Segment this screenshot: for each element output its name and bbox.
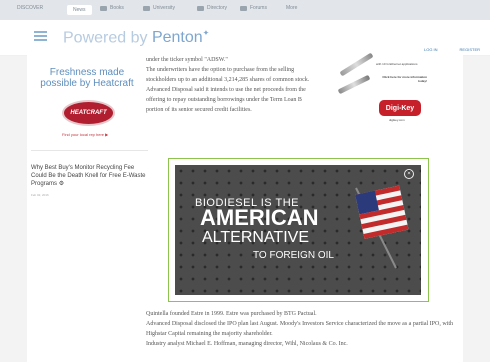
article-paragraph: Advanced Disposal said it intends to use…: [146, 87, 306, 113]
sidebar: Freshness made possible by Heatcraft HEA…: [27, 55, 150, 362]
site-header: Powered by Penton✦ LOG IN REGISTER: [0, 20, 490, 56]
penton-brand: Penton✦: [151, 29, 210, 47]
nav-label: Directory: [207, 5, 228, 11]
video-headline-2: AMERICAN: [200, 205, 319, 230]
hamburger-menu-icon[interactable]: [34, 31, 47, 41]
sidebar-divider: [31, 150, 148, 151]
article-paragraph: under the ticker symbol "ADSW.": [146, 57, 228, 63]
login-link[interactable]: LOG IN: [424, 47, 438, 52]
heatcraft-logo[interactable]: HEATCRAFT: [62, 100, 115, 126]
nav-forums[interactable]: Forums: [240, 5, 267, 11]
dealer-link-text: Find your local rep here: [62, 132, 105, 137]
powered-by-text: Powered by: [63, 29, 148, 47]
heatcraft-ad-title[interactable]: Freshness made possible by Heatcraft: [31, 67, 143, 89]
nav-label: DISCOVER: [17, 5, 44, 11]
video-headline-4: TO FOREIGN OIL: [253, 250, 334, 261]
video-player[interactable]: × BIODIESEL IS THE AMERICAN ALTERNATIVE …: [175, 165, 421, 295]
video-headline-3: ALTERNATIVE: [202, 229, 309, 246]
header-links: LOG IN REGISTER: [424, 47, 480, 52]
main-content: Freshness made possible by Heatcraft HEA…: [27, 52, 463, 362]
article-body-bottom: Quintella founded Estre in 1999. Estre w…: [146, 309, 461, 349]
register-link[interactable]: REGISTER: [460, 47, 480, 52]
ad-cta[interactable]: Click here for more information today!: [382, 75, 427, 83]
brand-name: Penton: [151, 29, 203, 47]
story-date: Feb 02, 2016: [31, 193, 49, 197]
story-title: Why Best Buy's Monitor Recycling Fee Cou…: [31, 165, 146, 187]
book-icon: [100, 5, 107, 11]
nav-label: Books: [110, 5, 124, 11]
nav-label: News: [67, 5, 92, 15]
directory-icon: [197, 5, 204, 11]
article-paragraph: Quintella founded Estre in 1999. Estre w…: [146, 311, 317, 317]
nav-discover[interactable]: DISCOVER: [17, 5, 43, 11]
graduation-cap-icon: [143, 5, 150, 11]
video-ad-frame: × BIODIESEL IS THE AMERICAN ALTERNATIVE …: [168, 158, 429, 302]
ad-text: with 10 G Ethernet applications: [376, 62, 418, 66]
american-flag-icon: [355, 185, 409, 269]
article-paragraph: Advanced Disposal disclosed the IPO plan…: [146, 321, 454, 337]
article-body-top: under the ticker symbol "ADSW." The unde…: [146, 55, 316, 115]
nav-more[interactable]: More: [286, 5, 297, 11]
forum-icon: [240, 5, 247, 11]
heatcraft-logo-text: HEATCRAFT: [70, 110, 107, 116]
nav-label: University: [153, 5, 175, 11]
gear-icon: ⚙: [58, 181, 65, 187]
dealer-link[interactable]: Find your local rep here ▶: [62, 132, 108, 137]
digikey-url[interactable]: digikey.com: [389, 118, 405, 122]
sidebar-story-link[interactable]: Why Best Buy's Monitor Recycling Fee Cou…: [31, 164, 146, 188]
site-logo[interactable]: Powered by Penton✦: [63, 29, 209, 47]
nav-university[interactable]: University: [143, 5, 175, 11]
nav-label: Forums: [250, 5, 267, 11]
nav-label: More: [286, 5, 298, 11]
close-icon[interactable]: ×: [404, 169, 414, 179]
top-nav-bar: DISCOVER News Books University Directory…: [0, 0, 490, 20]
digikey-logo[interactable]: Digi-Key: [379, 100, 421, 116]
article-paragraph: The underwriters have the option to purc…: [146, 67, 310, 83]
article-paragraph: Industry analyst Michael E. Hoffman, man…: [146, 341, 348, 347]
nav-directory[interactable]: Directory: [197, 5, 227, 11]
nav-books[interactable]: Books: [100, 5, 124, 11]
nav-news[interactable]: News: [67, 5, 92, 15]
arrow-right-icon: ▶: [105, 132, 109, 137]
